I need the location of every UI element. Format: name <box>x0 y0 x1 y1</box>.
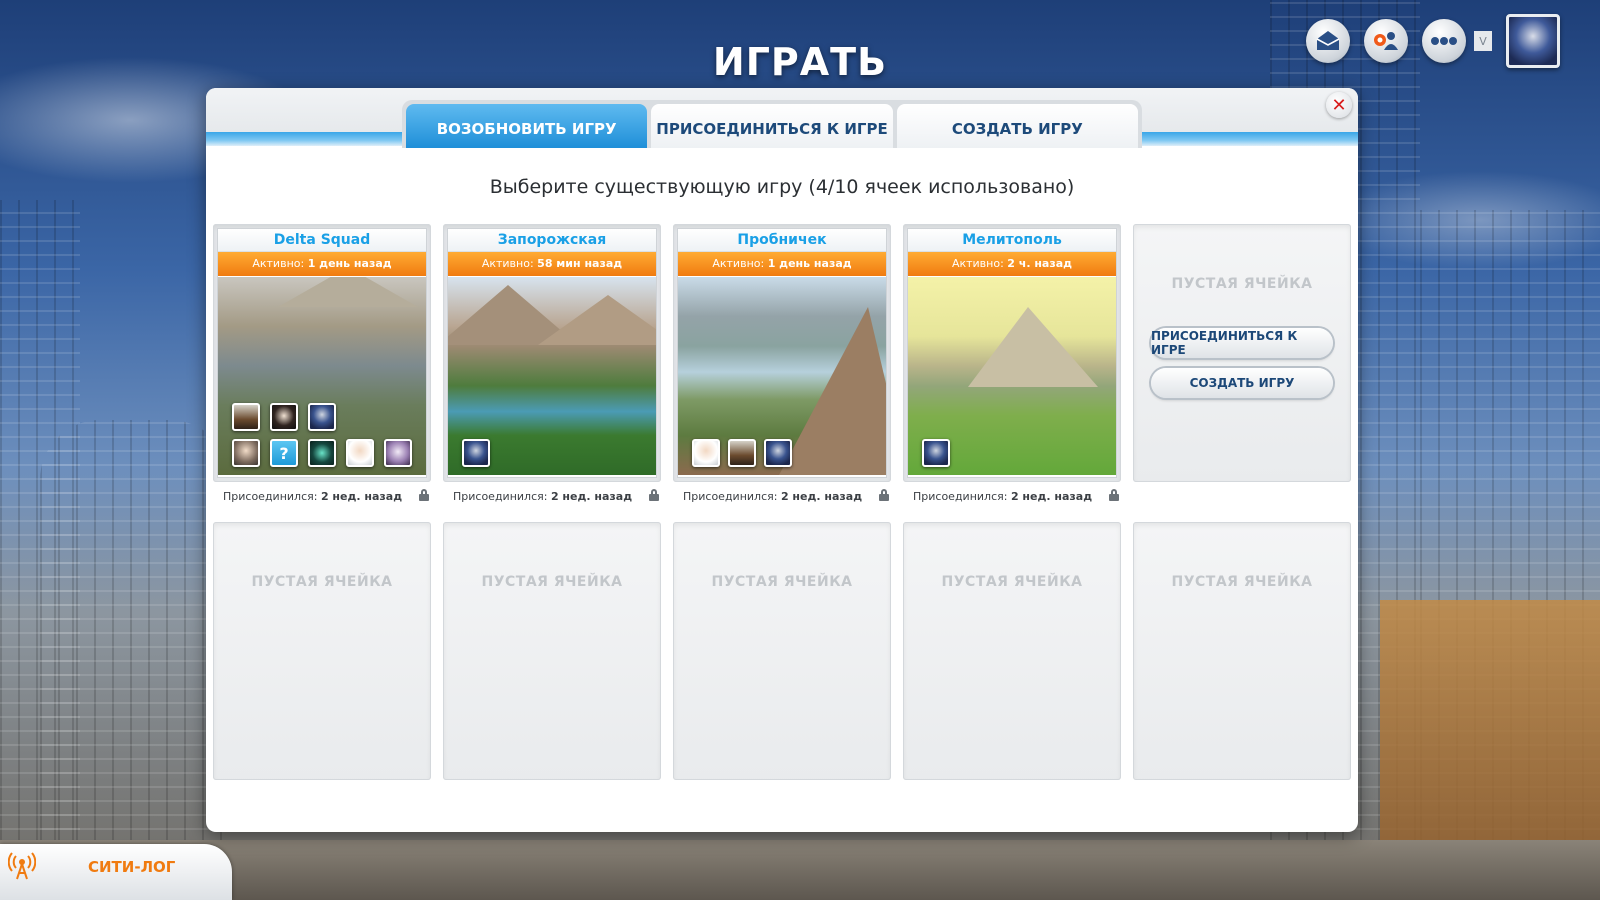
city-thumbnail: ? <box>218 277 426 475</box>
player-avatar[interactable]: ? <box>270 439 298 467</box>
friends-button[interactable] <box>1364 19 1408 63</box>
city-thumbnail <box>448 277 656 475</box>
player-avatar[interactable] <box>384 439 412 467</box>
join-game-button[interactable]: ПРИСОЕДИНИТЬСЯ К ИГРЕ <box>1151 328 1333 358</box>
game-slot[interactable]: Пробничек Активно: 1 день назад <box>673 224 891 482</box>
game-active-status: Активно: 1 день назад <box>678 252 886 276</box>
empty-slot-label: ПУСТАЯ ЯЧЕЙКА <box>251 574 393 590</box>
lock-icon <box>419 489 429 501</box>
empty-slot-label: ПУСТАЯ ЯЧЕЙКА <box>1171 276 1313 292</box>
game-slot[interactable]: Мелитополь Активно: 2 ч. назад <box>903 224 1121 482</box>
game-name: Мелитополь <box>908 229 1116 252</box>
game-name: Запорожская <box>448 229 656 252</box>
game-active-status: Активно: 2 ч. назад <box>908 252 1116 276</box>
antenna-icon <box>8 852 36 880</box>
create-game-button[interactable]: СОЗДАТЬ ИГРУ <box>1151 368 1333 398</box>
player-avatar[interactable] <box>270 403 298 431</box>
game-card[interactable]: Delta Squad Активно: 1 день назад ? <box>218 229 426 477</box>
game-active-status: Активно: 1 день назад <box>218 252 426 276</box>
player-avatars: ? <box>232 403 418 467</box>
player-avatar[interactable] <box>308 403 336 431</box>
tab-bar: ВОЗОБНОВИТЬ ИГРУ ПРИСОЕДИНИТЬСЯ К ИГРЕ С… <box>402 100 1142 148</box>
player-avatar[interactable] <box>232 439 260 467</box>
game-slot[interactable]: Запорожская Активно: 58 мин назад <box>443 224 661 482</box>
lock-icon <box>1109 489 1119 501</box>
empty-slot[interactable]: ПУСТАЯ ЯЧЕЙКА <box>213 522 431 780</box>
empty-slot: ПУСТАЯ ЯЧЕЙКА ПРИСОЕДИНИТЬСЯ К ИГРЕ СОЗД… <box>1133 224 1351 482</box>
player-avatars <box>692 439 876 467</box>
player-avatar[interactable] <box>346 439 374 467</box>
empty-slot-label: ПУСТАЯ ЯЧЕЙКА <box>481 574 623 590</box>
empty-slot-label: ПУСТАЯ ЯЧЕЙКА <box>711 574 853 590</box>
city-thumbnail <box>678 277 886 475</box>
player-avatar[interactable] <box>728 439 756 467</box>
player-avatars <box>462 439 646 467</box>
player-avatar[interactable] <box>232 403 260 431</box>
city-thumbnail <box>908 277 1116 475</box>
game-card[interactable]: Запорожская Активно: 58 мин назад <box>448 229 656 477</box>
empty-slot[interactable]: ПУСТАЯ ЯЧЕЙКА <box>1133 522 1351 780</box>
game-card[interactable]: Пробничек Активно: 1 день назад <box>678 229 886 477</box>
dropdown-icon[interactable]: V <box>1474 31 1492 51</box>
empty-slot[interactable]: ПУСТАЯ ЯЧЕЙКА <box>903 522 1121 780</box>
empty-slot[interactable]: ПУСТАЯ ЯЧЕЙКА <box>443 522 661 780</box>
more-icon <box>1431 37 1457 45</box>
joined-info: Присоединился: 2 нед. назад <box>683 489 889 503</box>
tab-resume-game[interactable]: ВОЗОБНОВИТЬ ИГРУ <box>406 104 648 148</box>
top-toolbar: V <box>1306 14 1560 68</box>
player-avatar[interactable] <box>692 439 720 467</box>
game-card[interactable]: Мелитополь Активно: 2 ч. назад <box>908 229 1116 477</box>
game-active-status: Активно: 58 мин назад <box>448 252 656 276</box>
game-slot[interactable]: Delta Squad Активно: 1 день назад ? <box>213 224 431 482</box>
empty-slot[interactable]: ПУСТАЯ ЯЧЕЙКА <box>673 522 891 780</box>
mail-icon <box>1316 31 1340 50</box>
background-building <box>40 420 230 900</box>
close-icon: ✕ <box>1331 94 1347 116</box>
game-name: Delta Squad <box>218 229 426 252</box>
lock-icon <box>649 489 659 501</box>
joined-info: Присоединился: 2 нед. назад <box>913 489 1119 503</box>
slots-subtitle: Выберите существующую игру (4/10 ячеек и… <box>489 176 1075 198</box>
empty-slot-label: ПУСТАЯ ЯЧЕЙКА <box>1171 574 1313 590</box>
game-name: Пробничек <box>678 229 886 252</box>
player-avatar[interactable] <box>922 439 950 467</box>
citylog-label: СИТИ-ЛОГ <box>88 858 176 876</box>
citylog-button[interactable]: СИТИ-ЛОГ <box>0 844 232 900</box>
lock-icon <box>879 489 889 501</box>
tab-create-game[interactable]: СОЗДАТЬ ИГРУ <box>896 104 1138 148</box>
player-avatar[interactable] <box>764 439 792 467</box>
joined-info: Присоединился: 2 нед. назад <box>223 489 429 503</box>
player-avatar[interactable] <box>462 439 490 467</box>
close-button[interactable]: ✕ <box>1326 92 1352 118</box>
player-avatar[interactable] <box>308 439 336 467</box>
play-dialog: ВОЗОБНОВИТЬ ИГРУ ПРИСОЕДИНИТЬСЯ К ИГРЕ С… <box>206 88 1358 832</box>
friends-icon <box>1374 32 1398 50</box>
tab-join-game[interactable]: ПРИСОЕДИНИТЬСЯ К ИГРЕ <box>651 104 893 148</box>
more-button[interactable] <box>1422 19 1466 63</box>
joined-info: Присоединился: 2 нед. назад <box>453 489 659 503</box>
avatar[interactable] <box>1506 14 1560 68</box>
player-avatars <box>922 439 1106 467</box>
mail-button[interactable] <box>1306 19 1350 63</box>
background-ground <box>0 840 1600 900</box>
empty-slot-label: ПУСТАЯ ЯЧЕЙКА <box>941 574 1083 590</box>
